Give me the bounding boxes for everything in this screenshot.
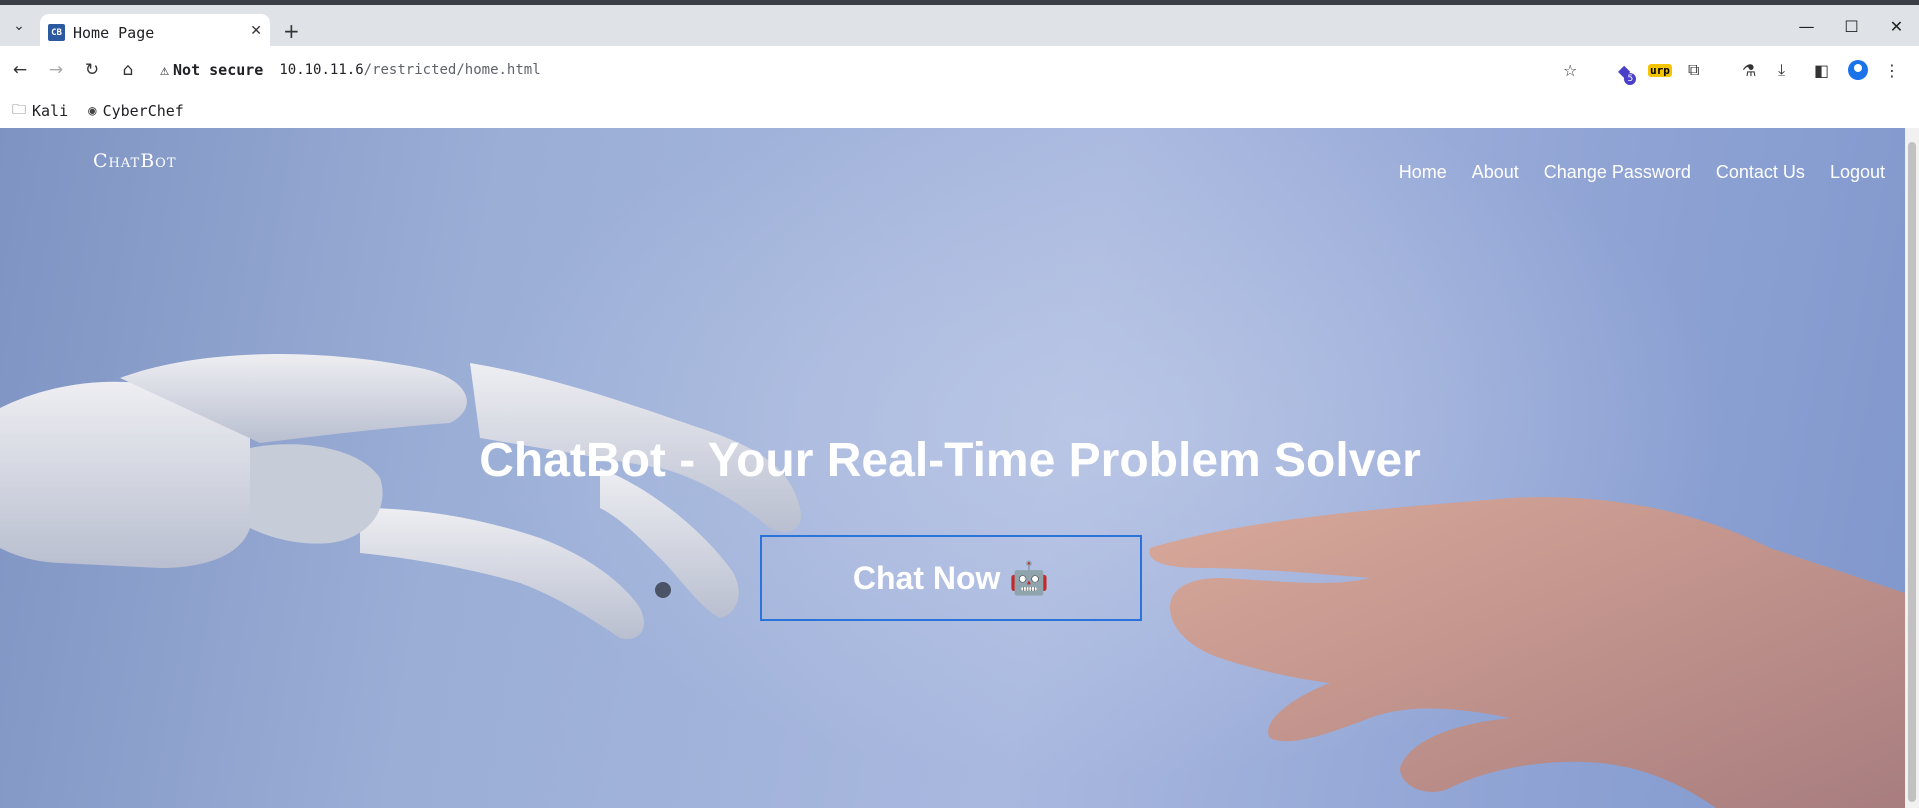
- labs-flask-icon[interactable]: ⚗: [1742, 58, 1756, 82]
- extension-badge: 5: [1624, 73, 1637, 85]
- address-bar[interactable]: ⚠ Not secure 10.10.11.6/restricted/home.…: [160, 54, 1580, 86]
- url-path: /restricted/home.html: [363, 62, 541, 78]
- back-icon[interactable]: ←: [8, 58, 32, 82]
- main-nav: Home About Change Password Contact Us Lo…: [1399, 162, 1885, 183]
- minimize-icon[interactable]: —: [1784, 10, 1829, 42]
- bookmark-star-icon[interactable]: ☆: [1563, 58, 1577, 82]
- security-label[interactable]: Not secure: [173, 61, 263, 79]
- reload-icon[interactable]: ↻: [80, 58, 104, 82]
- burp-extension-icon[interactable]: urp: [1648, 58, 1672, 82]
- tab-title: Home Page: [73, 23, 155, 42]
- bookmark-kali[interactable]: 🗀 Kali: [12, 99, 68, 123]
- human-hand-image: [1149, 497, 1919, 808]
- menu-kebab-icon[interactable]: ⋮: [1884, 58, 1900, 82]
- tab-strip: ⌄ CB Home Page ✕ + — ☐ ✕: [0, 0, 1919, 51]
- nav-home[interactable]: Home: [1399, 162, 1447, 183]
- bookmarks-bar: 🗀 Kali ◉ CyberChef: [0, 94, 1919, 128]
- bookmark-label: CyberChef: [102, 102, 184, 120]
- tab-search-chevron-icon[interactable]: ⌄: [8, 15, 30, 37]
- bookmark-label: Kali: [32, 102, 69, 120]
- nav-about[interactable]: About: [1472, 162, 1519, 183]
- chat-now-button[interactable]: Chat Now 🤖: [760, 535, 1142, 621]
- browser-toolbar: ← → ↻ ⌂ ⚠ Not secure 10.10.11.6/restrict…: [0, 46, 1919, 94]
- favicon-icon: CB: [48, 24, 65, 41]
- profile-avatar[interactable]: [1848, 58, 1868, 82]
- close-tab-icon[interactable]: ✕: [250, 23, 262, 39]
- brand-logo[interactable]: ChatBot: [93, 150, 177, 172]
- scroll-thumb[interactable]: [1908, 142, 1916, 802]
- download-icon[interactable]: ⤓: [1778, 58, 1785, 82]
- folder-icon: 🗀: [12, 102, 26, 118]
- extensions-puzzle-icon[interactable]: ⧉: [1688, 58, 1699, 82]
- page-scrollbar[interactable]: [1905, 128, 1919, 808]
- window-controls: — ☐ ✕: [1784, 10, 1919, 46]
- nav-change-password[interactable]: Change Password: [1544, 162, 1691, 183]
- nav-logout[interactable]: Logout: [1830, 162, 1885, 183]
- side-panel-icon[interactable]: ◧: [1814, 58, 1829, 82]
- page-viewport: ChatBot Home About Change Password Conta…: [0, 128, 1919, 808]
- close-window-icon[interactable]: ✕: [1874, 10, 1919, 42]
- home-icon[interactable]: ⌂: [116, 58, 140, 82]
- hero-title: ChatBot - Your Real-Time Problem Solver: [479, 434, 1421, 487]
- maximize-icon[interactable]: ☐: [1829, 10, 1874, 42]
- bookmark-cyberchef[interactable]: ◉ CyberChef: [88, 102, 184, 120]
- url-host: 10.10.11.6: [279, 62, 364, 78]
- new-tab-icon[interactable]: +: [283, 19, 300, 43]
- nav-contact-us[interactable]: Contact Us: [1716, 162, 1805, 183]
- chef-icon: ◉: [88, 103, 97, 119]
- warning-icon: ⚠: [160, 61, 170, 79]
- extension-wappalyzer-icon[interactable]: ◆ 5: [1618, 58, 1637, 85]
- forward-icon[interactable]: →: [44, 58, 68, 82]
